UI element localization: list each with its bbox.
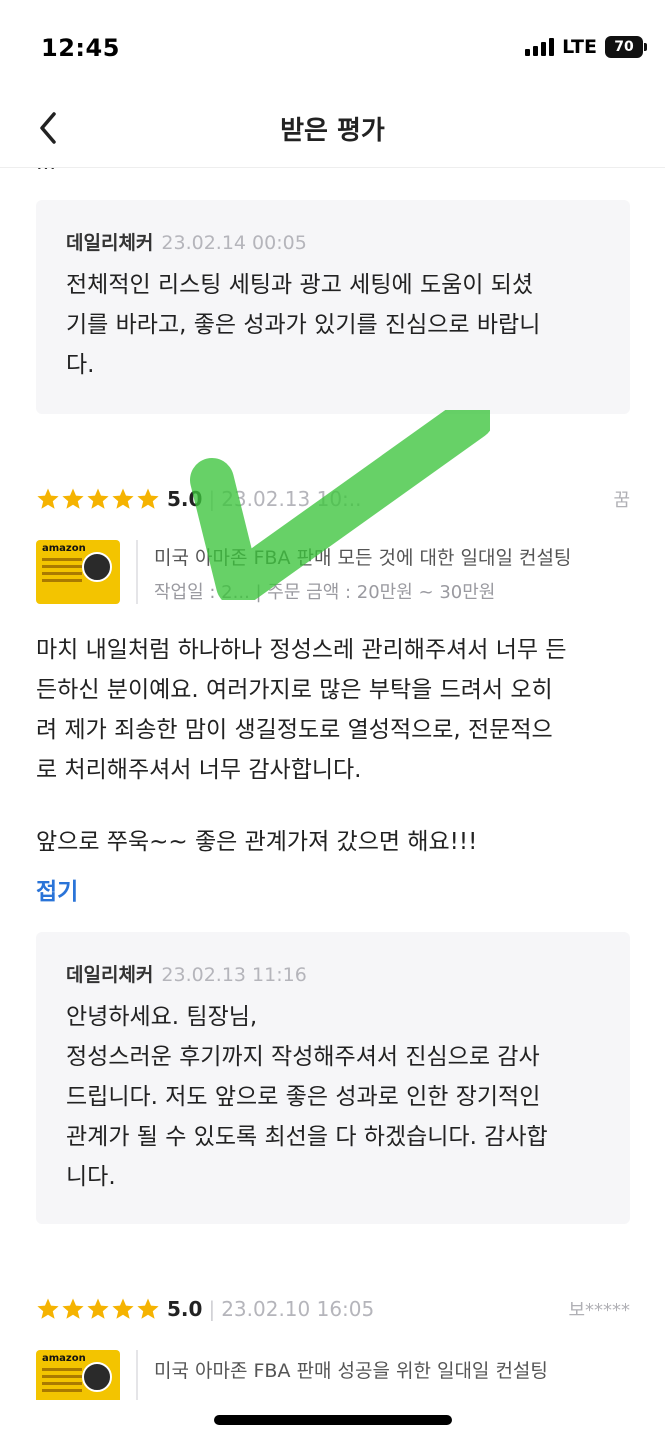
- review-header: 5.0 | 23.02.13 10:.. 꿈: [36, 484, 630, 514]
- thumbnail-brand: amazon: [42, 1353, 86, 1364]
- reply-author: 데일리체커: [66, 232, 154, 254]
- star-rating: [36, 1297, 160, 1321]
- review-line: 로 처리해주셔서 너무 감사합니다.: [36, 757, 362, 783]
- fold-link[interactable]: 접기: [36, 872, 78, 906]
- seller-reply: 데일리체커 23.02.13 11:16 안녕하세요. 팀장님, 정성스러운 후…: [36, 932, 630, 1224]
- status-indicators: LTE 70: [525, 36, 647, 58]
- status-time: 12:45: [41, 34, 120, 62]
- reply-line: 기를 바라고, 좋은 성과가 있기를 진심으로 바랍니: [66, 312, 541, 338]
- star-icon: [62, 1298, 84, 1319]
- star-icon: [87, 1298, 109, 1319]
- service-title: 미국 아마존 FBA 판매 모든 것에 대한 일대일 컨설팅: [154, 546, 572, 569]
- review-line: 마치 내일처럼 하나하나 정성스레 관리해주셔서 너무 든: [36, 637, 567, 663]
- service-thumbnail: amazon: [36, 540, 120, 604]
- divider: |: [208, 1297, 216, 1321]
- service-info: 미국 아마존 FBA 판매 성공을 위한 일대일 컨설팅: [154, 1350, 548, 1400]
- review-line: 든하신 분이예요. 여러가지로 많은 부탁을 드려서 오히: [36, 677, 553, 703]
- divider: [136, 540, 138, 604]
- star-icon: [112, 1298, 134, 1319]
- review-date: 23.02.10 16:05: [221, 1297, 375, 1321]
- avatar: [82, 1362, 112, 1392]
- reply-date: 23.02.14 00:05: [161, 232, 307, 254]
- reply-body: 전체적인 리스팅 세팅과 광고 세팅에 도움이 되셨 기를 바라고, 좋은 성과…: [66, 265, 600, 385]
- home-indicator: [214, 1415, 452, 1425]
- reply-author: 데일리체커: [66, 964, 154, 986]
- signal-icon: [525, 38, 555, 56]
- reply-header: 데일리체커 23.02.13 11:16: [66, 960, 600, 987]
- star-icon: [37, 488, 59, 509]
- review-list[interactable]: ... 데일리체커 23.02.14 00:05 전체적인 리스팅 세팅과 광고…: [0, 168, 665, 1400]
- star-rating: [36, 487, 160, 511]
- star-icon: [62, 488, 84, 509]
- reply-line: 안녕하세요. 팀장님,: [66, 1004, 258, 1030]
- reply-header: 데일리체커 23.02.14 00:05: [66, 228, 600, 255]
- star-icon: [137, 488, 159, 509]
- battery-level: 70: [614, 39, 634, 55]
- reply-line: 드립니다. 저도 앞으로 좋은 성과로 인한 장기적인: [66, 1084, 541, 1110]
- reply-date: 23.02.13 11:16: [161, 964, 307, 986]
- reviewer-name: 꿈: [613, 490, 630, 511]
- review-line: [36, 790, 636, 822]
- rating-score: 5.0: [167, 487, 203, 511]
- review-line: 앞으로 쭈욱~~ 좋은 관계가져 갔으면 해요!!!: [36, 829, 478, 855]
- service-info: 미국 아마존 FBA 판매 모든 것에 대한 일대일 컨설팅 작업일 : 2..…: [154, 540, 571, 606]
- thumbnail-brand: amazon: [42, 543, 86, 554]
- status-bar: 12:45 LTE 70: [0, 0, 665, 90]
- service-card[interactable]: amazon 미국 아마존 FBA 판매 성공을 위한 일대일 컨설팅: [36, 1350, 630, 1400]
- divider: |: [208, 487, 216, 511]
- reply-body: 안녕하세요. 팀장님, 정성스러운 후기까지 작성해주셔서 진심으로 감사 드립…: [66, 997, 600, 1197]
- nav-bar: 받은 평가: [0, 90, 665, 168]
- review-body: 마치 내일처럼 하나하나 정성스레 관리해주셔서 너무 든 든하신 분이예요. …: [36, 630, 636, 862]
- review-line: 려 제가 죄송한 맘이 생길정도로 열성적으로, 전문적으: [36, 717, 553, 743]
- star-icon: [137, 1298, 159, 1319]
- reply-line: 정성스러운 후기까지 작성해주셔서 진심으로 감사: [66, 1044, 540, 1070]
- reply-line: 니다.: [66, 1164, 116, 1190]
- cut-off-text: ...: [36, 168, 56, 174]
- rating-score: 5.0: [167, 1297, 203, 1321]
- battery-icon: 70: [605, 36, 647, 58]
- star-icon: [37, 1298, 59, 1319]
- reviewer-name: 보*****: [568, 1300, 630, 1321]
- service-thumbnail: amazon: [36, 1350, 120, 1400]
- star-icon: [112, 488, 134, 509]
- avatar: [82, 552, 112, 582]
- reply-line: 관계가 될 수 있도록 최선을 다 하겠습니다. 감사합: [66, 1124, 548, 1150]
- star-icon: [87, 488, 109, 509]
- divider: [136, 1350, 138, 1400]
- review-date: 23.02.13 10:..: [221, 487, 362, 511]
- service-title: 미국 아마존 FBA 판매 성공을 위한 일대일 컨설팅: [154, 1360, 548, 1382]
- service-meta: 작업일 : 2... | 주문 금액 : 20만원 ~ 30만원: [154, 581, 496, 603]
- reply-line: 다.: [66, 352, 95, 378]
- page-title: 받은 평가: [280, 116, 385, 146]
- service-card[interactable]: amazon 미국 아마존 FBA 판매 모든 것에 대한 일대일 컨설팅 작업…: [36, 540, 630, 606]
- seller-reply: 데일리체커 23.02.14 00:05 전체적인 리스팅 세팅과 광고 세팅에…: [36, 200, 630, 414]
- network-label: LTE: [562, 36, 597, 58]
- review-header: 5.0 | 23.02.10 16:05 보*****: [36, 1294, 630, 1324]
- reply-line: 전체적인 리스팅 세팅과 광고 세팅에 도움이 되셨: [66, 272, 534, 298]
